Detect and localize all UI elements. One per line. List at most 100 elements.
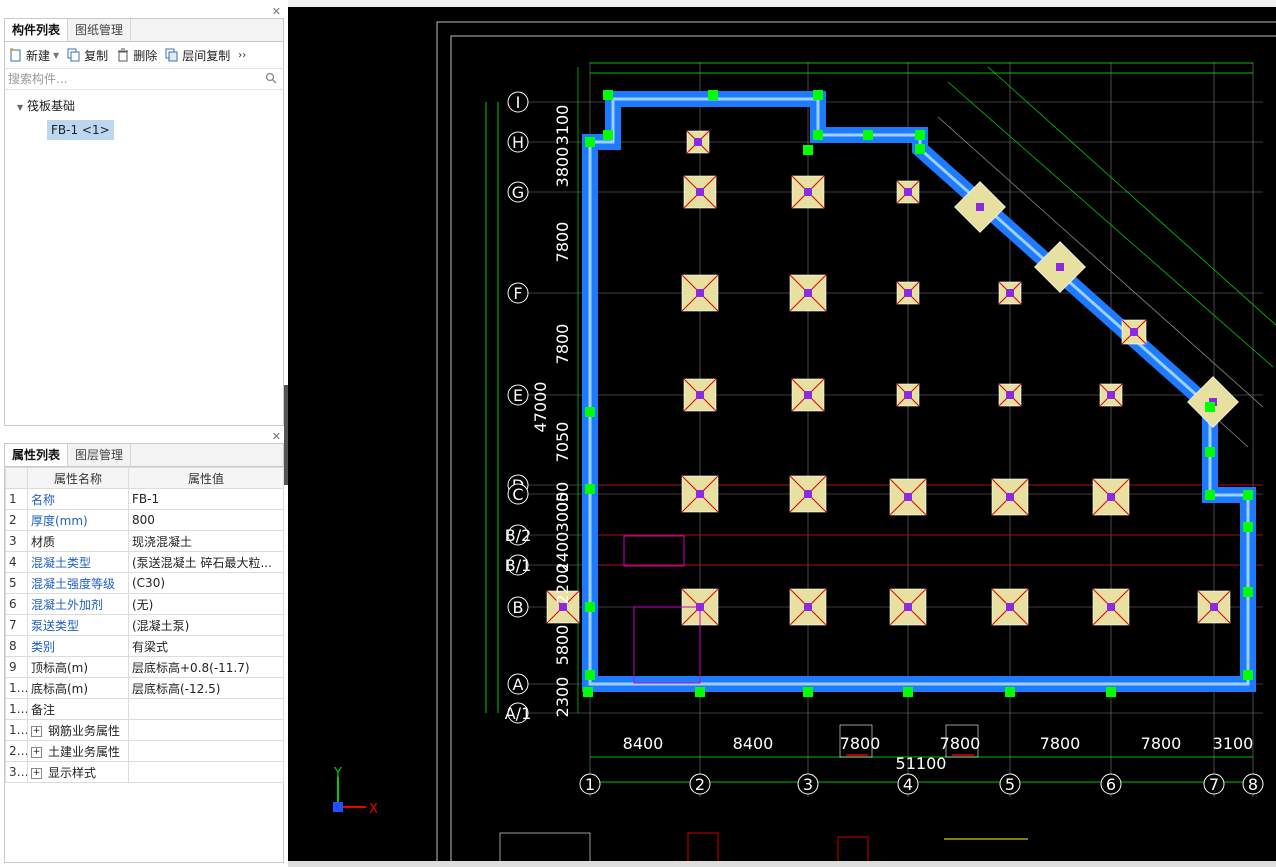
- property-value[interactable]: FB-1: [128, 488, 284, 510]
- property-group-label: 钢筋业务属性: [48, 723, 121, 738]
- property-value[interactable]: 有梁式: [128, 635, 284, 657]
- row-spacing-label: 3100: [553, 105, 572, 146]
- row-axis-label: I: [516, 93, 521, 112]
- property-name: 名称: [27, 488, 129, 510]
- row-spacing-label: 7800: [553, 222, 572, 263]
- property-row[interactable]: 9 顶标高(m) 层底标高+0.8(-11.7): [5, 656, 284, 678]
- property-row[interactable]: 26 + 土建业务属性: [5, 740, 284, 762]
- header-index: [5, 467, 28, 489]
- tab-layer-management[interactable]: 图层管理: [68, 444, 132, 466]
- tree-category[interactable]: ▼ 筏板基础: [5, 96, 283, 116]
- expand-plus-icon[interactable]: +: [31, 746, 42, 758]
- property-value[interactable]: (C30): [128, 572, 284, 594]
- more-button[interactable]: ››: [238, 50, 246, 61]
- property-index: 7: [5, 614, 28, 636]
- expand-plus-icon[interactable]: +: [31, 767, 42, 779]
- delete-button[interactable]: 删除: [116, 47, 157, 64]
- close-icon[interactable]: ✕: [272, 430, 281, 443]
- property-value[interactable]: 层底标高+0.8(-11.7): [128, 656, 284, 678]
- property-value[interactable]: (泵送混凝土 碎石最大粒...: [128, 551, 284, 573]
- property-value[interactable]: (无): [128, 593, 284, 615]
- property-row[interactable]: 10 底标高(m) 层底标高(-12.5): [5, 677, 284, 699]
- expand-plus-icon[interactable]: +: [31, 725, 42, 737]
- row-spacing-label: 2300: [553, 677, 572, 718]
- property-value[interactable]: [128, 719, 284, 741]
- property-row[interactable]: 8 类别 有梁式: [5, 635, 284, 657]
- property-name: 顶标高(m): [27, 656, 129, 678]
- property-value[interactable]: 层底标高(-12.5): [128, 677, 284, 699]
- component-tabs: 构件列表 图纸管理: [5, 19, 283, 42]
- column-mark: [904, 391, 912, 399]
- drawing-svg[interactable]: IHGFEDCB/2B/1BAA/11234567884008400780078…: [288, 7, 1276, 861]
- property-row[interactable]: 1 名称 FB-1: [5, 488, 284, 510]
- property-row[interactable]: 6 混凝土外加剂 (无): [5, 593, 284, 615]
- property-row[interactable]: 7 泵送类型 (混凝土泵): [5, 614, 284, 636]
- property-group-label: 土建业务属性: [48, 744, 121, 759]
- property-value[interactable]: 800: [128, 509, 284, 531]
- col-spacing-label: 7800: [1040, 734, 1081, 753]
- chevron-down-icon[interactable]: ▼: [53, 51, 59, 60]
- property-row[interactable]: 3 材质 现浇混凝土: [5, 530, 284, 552]
- row-spacing-label: 3000: [553, 492, 572, 533]
- grip-handle: [1243, 670, 1253, 680]
- property-index: 5: [5, 572, 28, 594]
- property-name: 厚度(mm): [27, 509, 129, 531]
- detail-section-red: [687, 832, 719, 861]
- row-axis-label: A: [513, 675, 524, 694]
- property-name: + 土建业务属性: [27, 740, 129, 762]
- tab-component-list[interactable]: 构件列表: [5, 19, 69, 41]
- row-axis-label: G: [512, 183, 524, 202]
- property-index: 11: [5, 698, 28, 720]
- floor-copy-button[interactable]: 层间复制: [165, 47, 230, 64]
- property-value[interactable]: 现浇混凝土: [128, 530, 284, 552]
- col-axis-label: 2: [695, 775, 705, 794]
- property-row[interactable]: 30 + 显示样式: [5, 761, 284, 783]
- property-name: 泵送类型: [27, 614, 129, 636]
- tree-item-fb1[interactable]: FB-1 <1>: [47, 120, 114, 140]
- bottom-scrollbar[interactable]: [288, 861, 1276, 867]
- trash-icon: [118, 48, 129, 62]
- new-button[interactable]: 新建 ▼: [9, 47, 59, 64]
- diagonal-dim-line: [987, 66, 1276, 326]
- copy-button[interactable]: 复制: [67, 47, 108, 64]
- grip-handle: [603, 130, 613, 140]
- close-icon[interactable]: ✕: [272, 5, 281, 18]
- delete-label: 删除: [133, 48, 158, 63]
- grip-handle: [583, 687, 593, 697]
- expand-icon[interactable]: ▼: [17, 103, 23, 112]
- tab-property-list[interactable]: 属性列表: [5, 444, 69, 466]
- grip-handle: [1005, 687, 1015, 697]
- property-value[interactable]: [128, 698, 284, 720]
- cad-canvas[interactable]: IHGFEDCB/2B/1BAA/11234567884008400780078…: [288, 7, 1276, 861]
- property-name: 混凝土类型: [27, 551, 129, 573]
- property-group-label: 显示样式: [48, 765, 97, 780]
- grip-handle: [585, 670, 595, 680]
- grip-handle: [1243, 587, 1253, 597]
- property-index: 1: [5, 488, 28, 510]
- property-index: 3: [5, 530, 28, 552]
- search-icon[interactable]: [265, 72, 277, 84]
- column-mark: [1210, 603, 1218, 611]
- column-mark: [696, 289, 704, 297]
- property-value[interactable]: [128, 740, 284, 762]
- total-width-label: 51100: [896, 754, 947, 773]
- grip-handle: [585, 407, 595, 417]
- property-row[interactable]: 2 厚度(mm) 800: [5, 509, 284, 531]
- property-row[interactable]: 11 备注: [5, 698, 284, 720]
- property-name: + 钢筋业务属性: [27, 719, 129, 741]
- property-row[interactable]: 5 混凝土强度等级 (C30): [5, 572, 284, 594]
- ucs-origin: [333, 802, 343, 812]
- property-row[interactable]: 4 混凝土类型 (泵送混凝土 碎石最大粒...: [5, 551, 284, 573]
- search-input[interactable]: [5, 69, 260, 89]
- grip-handle: [1205, 402, 1215, 412]
- grip-handle: [1205, 447, 1215, 457]
- tab-drawing-management[interactable]: 图纸管理: [68, 19, 132, 41]
- row-spacing-label: 7050: [553, 422, 572, 463]
- property-row[interactable]: 12 + 钢筋业务属性: [5, 719, 284, 741]
- property-value[interactable]: [128, 761, 284, 783]
- row-axis-label: E: [513, 386, 523, 405]
- grip-handle: [803, 145, 813, 155]
- col-spacing-label: 3100: [1213, 734, 1254, 753]
- property-value[interactable]: (混凝土泵): [128, 614, 284, 636]
- grip-handle: [903, 687, 913, 697]
